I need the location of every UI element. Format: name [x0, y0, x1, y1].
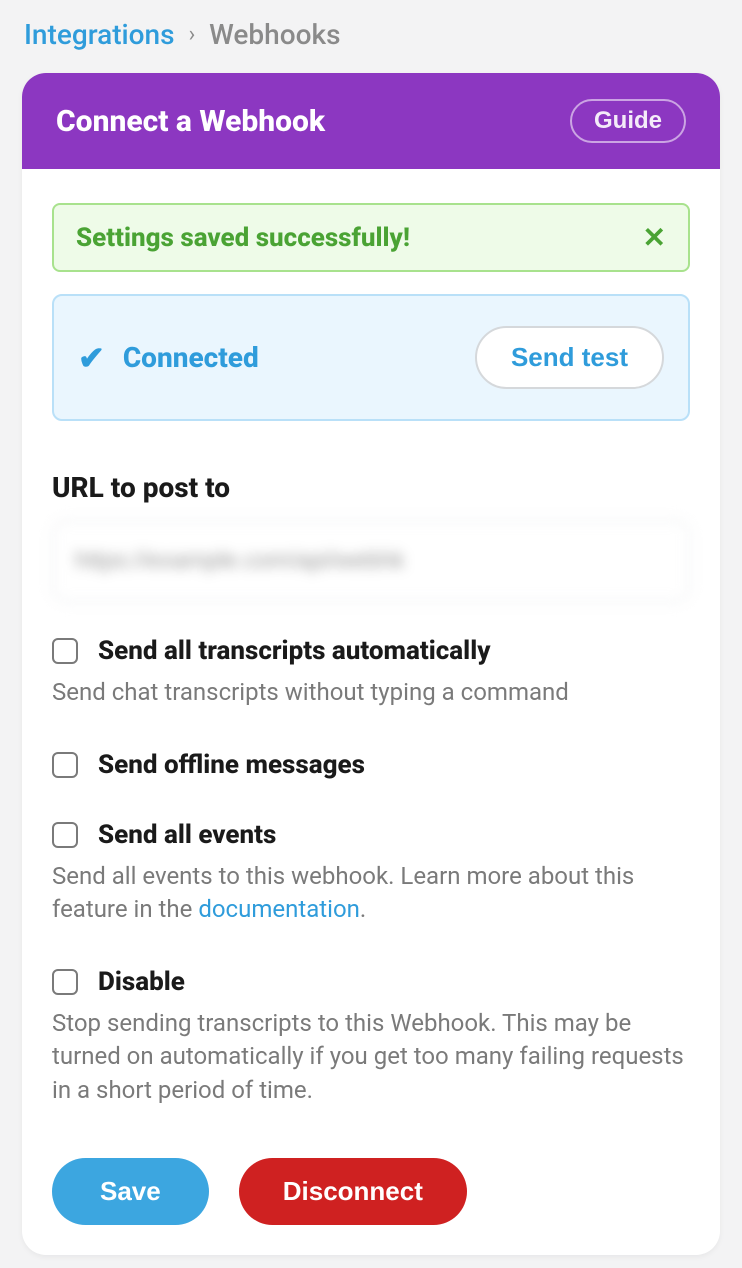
option-desc: Send all events to this webhook. Learn m… [52, 860, 690, 927]
success-alert: Settings saved successfully! ✕ [52, 203, 690, 272]
send-test-button[interactable]: Send test [475, 326, 664, 389]
documentation-link[interactable]: documentation [198, 895, 360, 923]
page-title: Connect a Webhook [56, 104, 325, 139]
url-input[interactable] [52, 520, 690, 602]
option-title: Disable [98, 967, 185, 997]
alert-message: Settings saved successfully! [76, 223, 410, 253]
save-button[interactable]: Save [52, 1158, 209, 1225]
breadcrumb-current: Webhooks [209, 18, 340, 51]
card-header: Connect a Webhook Guide [22, 73, 720, 169]
checkbox-events[interactable] [52, 822, 78, 848]
option-transcripts: Send all transcripts automatically Send … [52, 636, 690, 710]
action-buttons: Save Disconnect [52, 1158, 690, 1225]
option-disable: Disable Stop sending transcripts to this… [52, 967, 690, 1108]
url-field-label: URL to post to [52, 471, 690, 504]
option-desc: Stop sending transcripts to this Webhook… [52, 1007, 690, 1108]
card-body: Settings saved successfully! ✕ ✔ Connect… [22, 169, 720, 1255]
option-desc: Send chat transcripts without typing a c… [52, 676, 690, 710]
option-title: Send offline messages [98, 750, 365, 780]
breadcrumb: Integrations › Webhooks [0, 0, 742, 73]
guide-button[interactable]: Guide [570, 99, 686, 143]
check-icon: ✔ [78, 339, 105, 377]
option-title: Send all transcripts automatically [98, 636, 491, 666]
breadcrumb-parent-link[interactable]: Integrations [24, 18, 175, 51]
status-label: Connected [123, 341, 259, 374]
breadcrumb-separator: › [189, 22, 196, 47]
disconnect-button[interactable]: Disconnect [239, 1158, 467, 1225]
checkbox-disable[interactable] [52, 969, 78, 995]
close-icon[interactable]: ✕ [643, 221, 666, 254]
option-title: Send all events [98, 820, 276, 850]
option-offline: Send offline messages [52, 750, 690, 780]
connection-status: ✔ Connected Send test [52, 294, 690, 421]
option-events: Send all events Send all events to this … [52, 820, 690, 927]
checkbox-offline[interactable] [52, 752, 78, 778]
webhook-card: Connect a Webhook Guide Settings saved s… [22, 73, 720, 1255]
checkbox-transcripts[interactable] [52, 638, 78, 664]
desc-post: . [360, 895, 366, 923]
status-left: ✔ Connected [78, 339, 259, 377]
